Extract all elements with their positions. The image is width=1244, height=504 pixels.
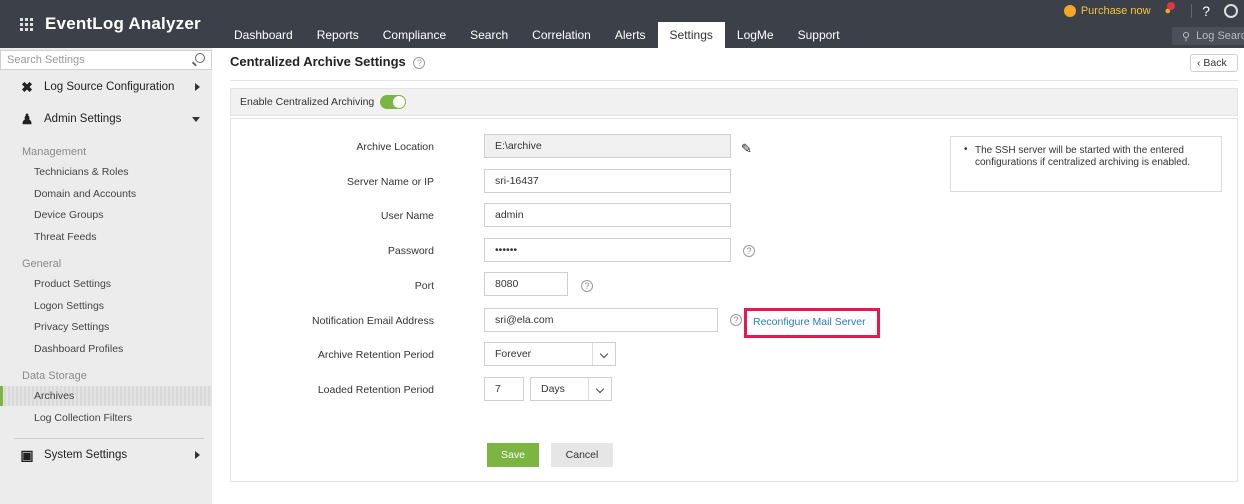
tab-correlation[interactable]: Correlation [520, 22, 603, 48]
reconfigure-mail-server-link[interactable]: Reconfigure Mail Server [753, 316, 866, 328]
page-title: Centralized Archive Settings ? [230, 54, 426, 69]
sidebar-item-dashboard-profiles[interactable]: Dashboard Profiles [0, 339, 212, 359]
help-icon[interactable]: ? [743, 245, 755, 257]
coin-icon [1063, 5, 1076, 17]
sidebar-item-logon-settings[interactable]: Logon Settings [0, 296, 212, 316]
sidebar-section-label: System Settings [44, 449, 128, 461]
archive-retention-select[interactable]: Forever [484, 342, 616, 366]
archive-location-label: Archive Location [356, 141, 434, 153]
sidebar-item-technicians[interactable]: Technicians & Roles [0, 162, 212, 182]
sidebar-divider [14, 438, 204, 439]
divider [592, 343, 593, 365]
sidebar-item-device-groups[interactable]: Device Groups [0, 205, 212, 225]
app-name: EventLog Analyzer [45, 14, 201, 33]
page-title-text: Centralized Archive Settings [230, 54, 406, 69]
port-label: Port [414, 280, 434, 292]
server-label: Server Name or IP [347, 176, 434, 188]
loaded-retention-input[interactable]: 7 [484, 377, 524, 401]
cancel-button[interactable]: Cancel [551, 443, 613, 467]
tab-compliance[interactable]: Compliance [371, 22, 458, 48]
tab-support[interactable]: Support [786, 22, 852, 48]
password-label: Password [387, 245, 434, 257]
divider [588, 378, 589, 400]
main-nav: Dashboard Reports Compliance Search Corr… [222, 22, 852, 48]
tab-settings[interactable]: Settings [657, 22, 725, 48]
sidebar-search-input[interactable]: Search Settings [0, 50, 212, 70]
sidebar-group-management: Management [22, 146, 87, 158]
app-logo[interactable]: EventLog Analyzer [0, 0, 212, 48]
sidebar-item-threat-feeds[interactable]: Threat Feeds [0, 227, 212, 247]
tab-alerts[interactable]: Alerts [603, 22, 658, 48]
admin-users-icon: ♟ [20, 110, 34, 127]
sidebar-search-placeholder: Search Settings [7, 54, 85, 66]
archive-retention-label: Archive Retention Period [317, 349, 434, 361]
tab-dashboard[interactable]: Dashboard [222, 22, 305, 48]
sidebar-section-label: Log Source Configuration [44, 81, 175, 93]
save-button[interactable]: Save [487, 443, 539, 467]
divider [1191, 4, 1193, 18]
chevron-down-icon [595, 384, 605, 394]
sidebar-section-system[interactable]: ▣ System Settings [0, 440, 212, 470]
app-grid-icon[interactable] [20, 17, 33, 31]
user-avatar-icon[interactable] [1224, 4, 1238, 18]
sidebar-item-product-settings[interactable]: Product Settings [0, 274, 212, 294]
chevron-right-icon [195, 83, 200, 91]
archive-location-field: E:\archive [484, 134, 731, 158]
back-button[interactable]: ‹ Back [1190, 54, 1238, 72]
system-settings-icon: ▣ [20, 446, 34, 463]
enable-archiving-toggle[interactable] [380, 95, 407, 109]
purchase-label: Purchase now [1080, 5, 1151, 17]
email-input[interactable]: sri@ela.com [484, 308, 718, 332]
edit-pencil-icon[interactable]: ✎ [741, 141, 752, 157]
loaded-retention-unit-select[interactable]: Days [530, 377, 612, 401]
help-icon[interactable]: ? [581, 280, 593, 292]
archive-retention-value: Forever [495, 348, 532, 360]
port-input[interactable]: 8080 [484, 272, 568, 296]
chevron-left-icon: ‹ [1197, 57, 1201, 69]
enable-archiving-label: Enable Centralized Archiving [240, 96, 375, 108]
sidebar-item-log-collection-filters[interactable]: Log Collection Filters [0, 408, 212, 428]
info-note: The SSH server will be started with the … [950, 136, 1222, 192]
sidebar-group-data-storage: Data Storage [22, 370, 87, 382]
log-search-label: Log Search [1196, 30, 1244, 42]
top-right-tools: Purchase now ● ? [1063, 0, 1244, 22]
back-label: Back [1203, 57, 1227, 69]
header-divider [230, 80, 1238, 81]
server-input[interactable]: sri-16437 [484, 169, 731, 193]
chevron-down-icon [599, 349, 609, 359]
enable-archiving-bar: Enable Centralized Archiving [230, 88, 1238, 116]
chevron-down-icon [192, 117, 200, 122]
sidebar-section-label: Admin Settings [44, 113, 122, 125]
search-icon[interactable] [195, 53, 205, 63]
notification-badge [1167, 2, 1176, 10]
search-icon: ⚲ [1182, 30, 1191, 43]
loaded-retention-label: Loaded Retention Period [317, 384, 434, 396]
log-search-field[interactable]: ⚲ Log Search [1172, 27, 1244, 45]
sidebar-group-general: General [22, 258, 62, 270]
help-icon[interactable]: ? [413, 56, 426, 69]
loaded-retention-unit: Days [541, 383, 565, 395]
help-icon[interactable]: ? [730, 314, 742, 326]
help-menu[interactable]: ? [1202, 3, 1210, 19]
sidebar-section-log-source[interactable]: ✖ Log Source Configuration [0, 72, 212, 102]
top-bar: EventLog Analyzer Dashboard Reports Comp… [0, 0, 1244, 48]
user-name-input[interactable]: admin [484, 203, 731, 227]
sidebar-item-privacy-settings[interactable]: Privacy Settings [0, 317, 212, 337]
tab-search[interactable]: Search [458, 22, 520, 48]
chevron-right-icon [195, 451, 200, 459]
sidebar-item-domain[interactable]: Domain and Accounts [0, 184, 212, 204]
tools-icon: ✖ [21, 78, 33, 95]
sidebar: Search Settings ✖ Log Source Configurati… [0, 48, 212, 504]
notification-bell-icon[interactable]: ● [1165, 2, 1176, 17]
sidebar-section-admin[interactable]: ♟ Admin Settings [0, 104, 212, 134]
email-label: Notification Email Address [312, 315, 434, 327]
tab-reports[interactable]: Reports [305, 22, 371, 48]
password-input[interactable]: •••••• [484, 238, 731, 262]
user-name-label: User Name [380, 210, 434, 222]
purchase-link[interactable]: Purchase now [1063, 5, 1151, 17]
tab-logme[interactable]: LogMe [725, 22, 786, 48]
reconfigure-highlight: Reconfigure Mail Server [744, 308, 880, 338]
sidebar-item-archives[interactable]: Archives [0, 386, 212, 406]
